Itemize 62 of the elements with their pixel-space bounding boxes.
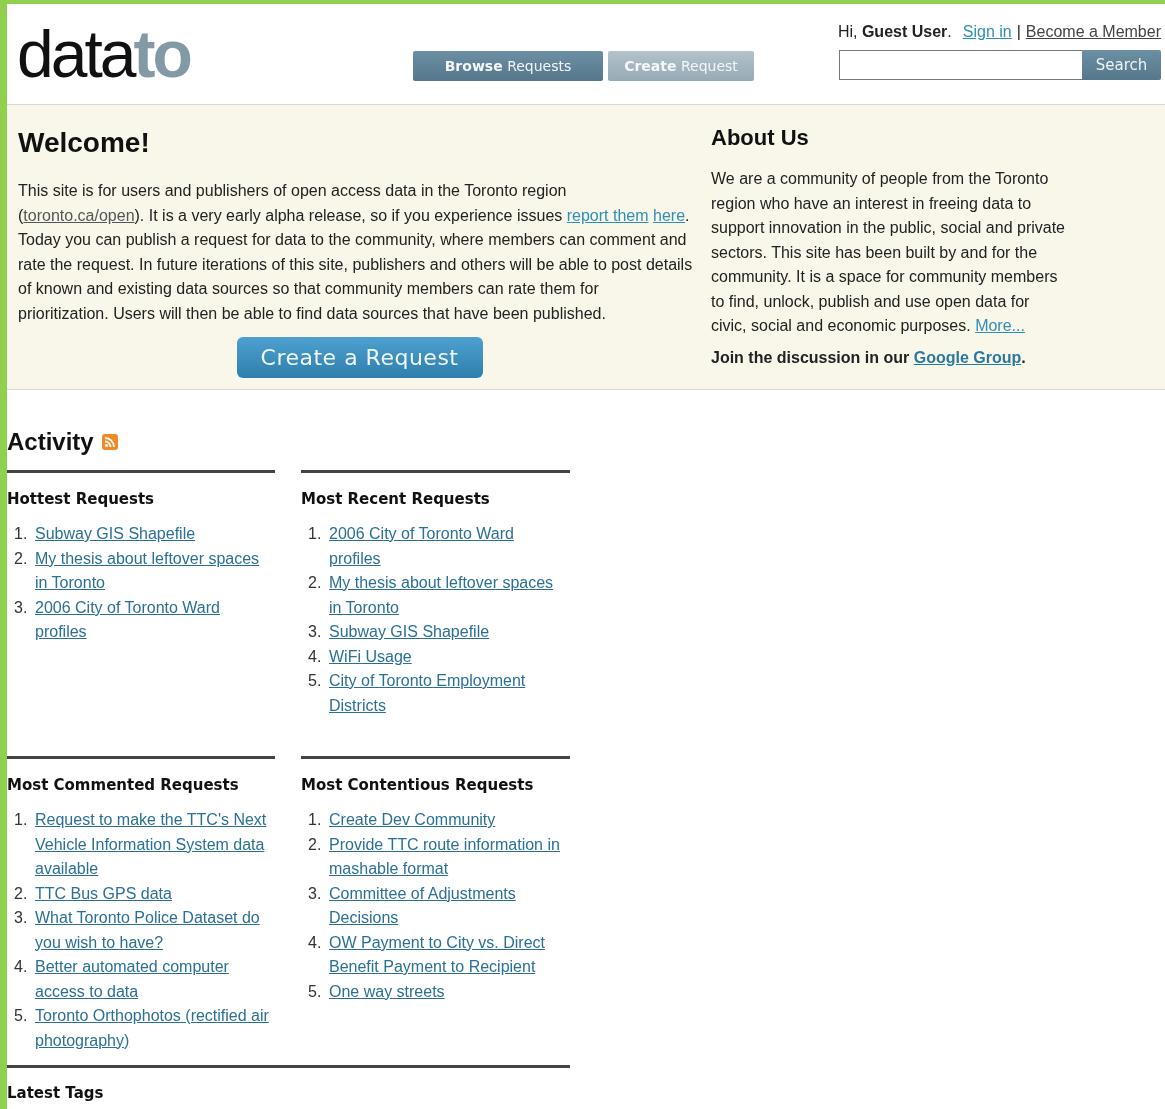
request-link[interactable]: What Toronto Police Dataset do you wish to have?: [35, 906, 271, 955]
item-number: 1.: [13, 524, 29, 544]
greeting-text: Hi, Guest User.: [837, 23, 952, 41]
item-number: 1.: [307, 810, 323, 830]
item-number: 1.: [307, 524, 323, 544]
request-link[interactable]: 2006 City of Toronto Ward profiles: [329, 522, 565, 571]
more-link[interactable]: More...: [975, 317, 1025, 334]
about-text: We are a community of people from the Toronto region who have an interest in freeing data to support innovation in the public, social and private sectors. This site has been built by and for the community. It is a space for community members to find, unlock, publish and use open data for civic, social and economic purposes. More...: [711, 169, 1066, 336]
logo[interactable]: datato: [17, 14, 413, 94]
tags-heading: Latest Tags: [7, 1084, 105, 1102]
request-link[interactable]: My thesis about leftover spaces in Toronto: [35, 546, 271, 596]
inline-link[interactable]: toronto.ca/open: [23, 206, 135, 224]
item-number: 3.: [307, 883, 323, 904]
request-link[interactable]: Subway GIS Shapefile: [329, 620, 565, 645]
rss-icon[interactable]: [101, 434, 118, 450]
group-link[interactable]: Google Group: [913, 348, 1022, 366]
account-link[interactable]: Sign in: [962, 23, 1012, 41]
item-number: 3.: [13, 597, 29, 618]
search-button[interactable]: Search: [1082, 50, 1161, 80]
request-link[interactable]: My thesis about leftover spaces in Toronto: [329, 571, 565, 620]
search-field[interactable]: [839, 50, 1082, 80]
item-number: 2.: [13, 548, 29, 569]
item-number: 4.: [307, 646, 323, 667]
item-number: 3.: [307, 622, 323, 642]
inline-link[interactable]: here: [653, 206, 686, 224]
inline-link[interactable]: report them: [566, 206, 649, 224]
about-heading: About Us: [711, 125, 810, 151]
welcome-text: This site is for users and publishers of open access data in the Toronto region (toronto.ca/open). It is a very early alpha release, so if you experience issues report them here. Today you can publish a request for data to the community, where members can comment and rate the request. In future iterations of this site, publishers and others will be able to post details of known and existing data sources so that community members can rate them for prioritization. Users will then be able to find data sources that have been published.: [18, 181, 693, 324]
request-link[interactable]: Request to make the TTC's Next Vehicle Information System data available: [35, 808, 271, 882]
item-number: 2.: [307, 573, 323, 593]
list-heading: Most Contentious Requests: [301, 776, 535, 794]
item-number: 2.: [13, 883, 29, 904]
activity-heading: Activity: [7, 428, 94, 456]
request-link[interactable]: Toronto Orthophotos (rectified air photography): [35, 1004, 271, 1053]
request-link[interactable]: 2006 City of Toronto Ward profiles: [35, 595, 271, 645]
item-number: 4.: [13, 957, 29, 977]
item-number: 5.: [307, 981, 323, 1002]
request-link[interactable]: Committee of Adjustments Decisions: [329, 881, 565, 931]
request-link[interactable]: Subway GIS Shapefile: [35, 522, 271, 547]
request-link[interactable]: City of Toronto Employment Districts: [329, 669, 565, 718]
request-link[interactable]: One way streets: [329, 979, 565, 1004]
item-number: 1.: [13, 810, 29, 830]
item-number: 5.: [307, 671, 323, 691]
request-link[interactable]: WiFi Usage: [329, 644, 565, 669]
request-link[interactable]: Create Dev Community: [329, 808, 565, 833]
nav-button[interactable]: Browse Requests: [413, 51, 603, 81]
request-link[interactable]: Provide TTC route information in mashable format: [329, 832, 565, 882]
item-number: 4.: [307, 932, 323, 953]
list-heading: Most Commented Requests: [7, 776, 240, 794]
list-heading: Most Recent Requests: [301, 490, 491, 508]
account-link[interactable]: Become a Member: [1025, 23, 1161, 41]
request-link[interactable]: TTC Bus GPS data: [35, 881, 271, 906]
create-request-button[interactable]: Create a Request: [236, 337, 483, 378]
welcome-heading: Welcome!: [18, 127, 151, 159]
request-link[interactable]: Better automated computer access to data: [35, 955, 271, 1004]
separator-text: |: [1016, 23, 1021, 41]
join-text: Join the discussion in our Google Group.: [711, 348, 1027, 367]
item-number: 3.: [13, 908, 29, 928]
item-number: 2.: [307, 834, 323, 855]
item-number: 5.: [13, 1006, 29, 1026]
request-link[interactable]: OW Payment to City vs. Direct Benefit Payment to Recipient: [329, 930, 565, 980]
list-heading: Hottest Requests: [7, 490, 156, 508]
